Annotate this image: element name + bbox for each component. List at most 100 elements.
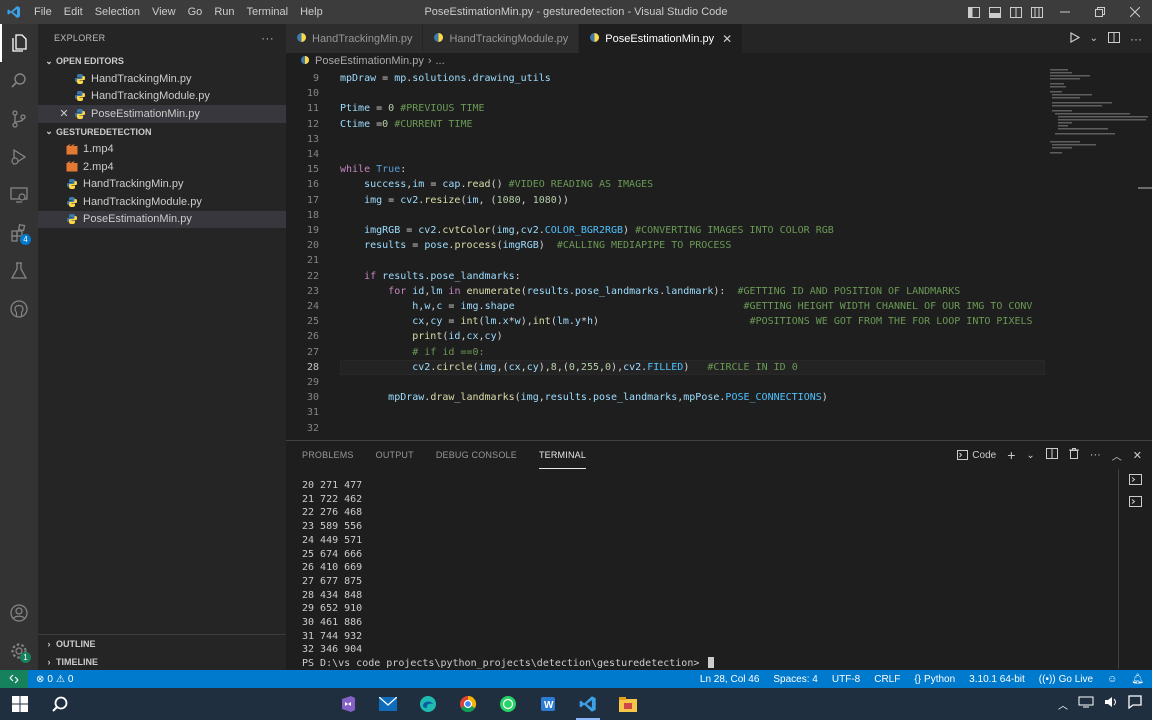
encoding[interactable]: UTF-8 — [832, 674, 860, 685]
folder-section[interactable]: ⌄ GESTUREDETECTION — [38, 123, 286, 141]
code-line[interactable]: 27 # if id ==0: — [286, 345, 1046, 360]
word-icon[interactable]: W — [528, 688, 568, 720]
open-editor-item[interactable]: HandTrackingMin.py — [38, 70, 286, 88]
menu-run[interactable]: Run — [208, 0, 240, 24]
toggle-secondary-sidebar-icon[interactable] — [1005, 0, 1026, 24]
terminal-prompt-line[interactable]: PS D:\vs code projects\python_projects\d… — [302, 657, 715, 671]
mail-icon[interactable] — [368, 688, 408, 720]
extensions-icon[interactable]: 4 — [0, 214, 38, 252]
chrome-icon[interactable] — [448, 688, 488, 720]
open-editors-section[interactable]: ⌄ OPEN EDITORS — [38, 52, 286, 70]
menu-go[interactable]: Go — [182, 0, 209, 24]
code-line[interactable]: 16 success,im = cap.read() #VIDEO READIN… — [286, 177, 1046, 192]
feedback-icon[interactable]: ☺ — [1107, 674, 1117, 685]
explorer-icon[interactable] — [0, 24, 38, 62]
tab-handtrackingmin[interactable]: HandTrackingMin.py — [286, 24, 424, 53]
problems-indicator[interactable]: ⊗ 0 ⚠ 0 — [28, 674, 81, 685]
more-actions-icon[interactable]: ··· — [1090, 449, 1101, 461]
tab-terminal[interactable]: TERMINAL — [538, 441, 587, 469]
tray-chevron-up-icon[interactable]: ︿ — [1058, 697, 1068, 712]
code-line[interactable]: 25 cx,cy = int(lm.x*w),int(lm.y*h) #POSI… — [286, 314, 1046, 329]
code-editor[interactable]: 9 mpDraw = mp.solutions.drawing_utils 10 11… — [286, 69, 1152, 440]
network-icon[interactable] — [1078, 695, 1094, 713]
code-line[interactable]: 9 mpDraw = mp.solutions.drawing_utils — [286, 71, 1046, 86]
language-mode[interactable]: {} Python — [914, 674, 955, 685]
remote-indicator-icon[interactable] — [0, 670, 28, 688]
breadcrumb-file[interactable]: PoseEstimationMin.py — [315, 55, 424, 67]
code-line[interactable]: 30 mpDraw.draw_landmarks(img,results.pos… — [286, 390, 1046, 405]
tab-handtrackingmodule[interactable]: HandTrackingModule.py — [423, 24, 580, 53]
code-line[interactable]: 31 — [286, 405, 1046, 420]
more-actions-icon[interactable]: ··· — [1130, 32, 1142, 46]
notifications-bell-icon[interactable]: 🔔︎ — [1131, 674, 1144, 685]
windows-start-icon[interactable] — [0, 688, 40, 720]
remote-explorer-icon[interactable] — [0, 176, 38, 214]
open-editor-item-active[interactable]: ✕ PoseEstimationMin.py — [38, 105, 286, 123]
whatsapp-icon[interactable] — [488, 688, 528, 720]
breadcrumb-symbol[interactable]: ... — [436, 55, 445, 67]
tab-problems[interactable]: PROBLEMS — [302, 441, 354, 469]
settings-gear-icon[interactable]: 1 — [0, 632, 38, 670]
outline-section[interactable]: › OUTLINE — [38, 635, 286, 653]
new-terminal-icon[interactable]: + — [1007, 447, 1015, 463]
code-line[interactable]: 26 print(id,cx,cy) — [286, 329, 1046, 344]
code-line[interactable]: 22 if results.pose_landmarks: — [286, 269, 1046, 284]
code-line[interactable]: 13 — [286, 132, 1046, 147]
minimap[interactable] — [1046, 69, 1152, 440]
code-line[interactable]: 14 — [286, 147, 1046, 162]
menu-edit[interactable]: Edit — [58, 0, 89, 24]
source-control-icon[interactable] — [0, 100, 38, 138]
code-line[interactable]: 23 for id,lm in enumerate(results.pose_l… — [286, 284, 1046, 299]
search-icon[interactable] — [40, 688, 80, 720]
chevron-down-icon[interactable]: ⌄ — [1090, 33, 1098, 44]
close-tab-icon[interactable]: ✕ — [722, 32, 732, 46]
tab-debug-console[interactable]: DEBUG CONSOLE — [436, 441, 517, 469]
maximize-panel-icon[interactable]: ︿ — [1112, 448, 1122, 463]
close-window-icon[interactable] — [1117, 0, 1152, 24]
code-line[interactable]: 28 cv2.circle(img,(cx,cy),8,(0,255,0),cv… — [286, 359, 1046, 375]
terminal-instance-icon[interactable] — [1128, 495, 1143, 513]
menu-file[interactable]: File — [28, 0, 58, 24]
code-line[interactable]: 10 — [286, 86, 1046, 101]
scroll-thumb[interactable] — [1138, 187, 1152, 189]
accounts-icon[interactable] — [0, 594, 38, 632]
code-line[interactable]: 32 — [286, 421, 1046, 436]
menu-view[interactable]: View — [146, 0, 182, 24]
code-line[interactable]: 12 Ctime =0 #CURRENT TIME — [286, 117, 1046, 132]
go-live-button[interactable]: ((•)) Go Live — [1039, 674, 1093, 685]
menu-terminal[interactable]: Terminal — [241, 0, 295, 24]
cursor-position[interactable]: Ln 28, Col 46 — [700, 674, 760, 685]
timeline-section[interactable]: › TIMELINE — [38, 653, 286, 671]
file-item[interactable]: HandTrackingModule.py — [38, 193, 286, 211]
run-file-icon[interactable] — [1070, 31, 1080, 46]
github-icon[interactable] — [0, 290, 38, 328]
code-line[interactable]: 21 — [286, 253, 1046, 268]
code-line[interactable]: 11 Ptime = 0 #PREVIOUS TIME — [286, 101, 1046, 116]
line-ending[interactable]: CRLF — [874, 674, 900, 685]
tab-poseestimationmin[interactable]: PoseEstimationMin.py ✕ — [579, 24, 744, 53]
customize-layout-icon[interactable] — [1026, 0, 1047, 24]
trash-icon[interactable] — [1068, 448, 1079, 462]
run-debug-icon[interactable] — [0, 138, 38, 176]
terminal-shell-selector[interactable]: Code — [957, 450, 996, 461]
toggle-sidebar-icon[interactable] — [963, 0, 984, 24]
code-line[interactable]: 20 results = pose.process(imgRGB) #CALLI… — [286, 238, 1046, 253]
vscode-taskbar-icon[interactable] — [568, 688, 608, 720]
split-editor-icon[interactable] — [1108, 31, 1120, 46]
menu-selection[interactable]: Selection — [89, 0, 146, 24]
terminal-instance-icon[interactable] — [1128, 473, 1143, 491]
code-line[interactable]: 18 — [286, 208, 1046, 223]
file-explorer-icon[interactable] — [608, 688, 648, 720]
toggle-panel-icon[interactable] — [984, 0, 1005, 24]
terminal-output[interactable]: 20 271 477 21 722 462 22 276 468 23 589 556… — [302, 479, 715, 671]
file-item[interactable]: 1.mp4 — [38, 141, 286, 159]
menu-help[interactable]: Help — [294, 0, 329, 24]
code-line[interactable]: 29 — [286, 375, 1046, 390]
testing-icon[interactable] — [0, 252, 38, 290]
open-editor-item[interactable]: HandTrackingModule.py — [38, 88, 286, 106]
code-line[interactable]: 15 while True: — [286, 162, 1046, 177]
minimize-icon[interactable] — [1047, 0, 1082, 24]
restore-icon[interactable] — [1082, 0, 1117, 24]
tab-output[interactable]: OUTPUT — [376, 441, 414, 469]
volume-icon[interactable] — [1104, 695, 1118, 713]
